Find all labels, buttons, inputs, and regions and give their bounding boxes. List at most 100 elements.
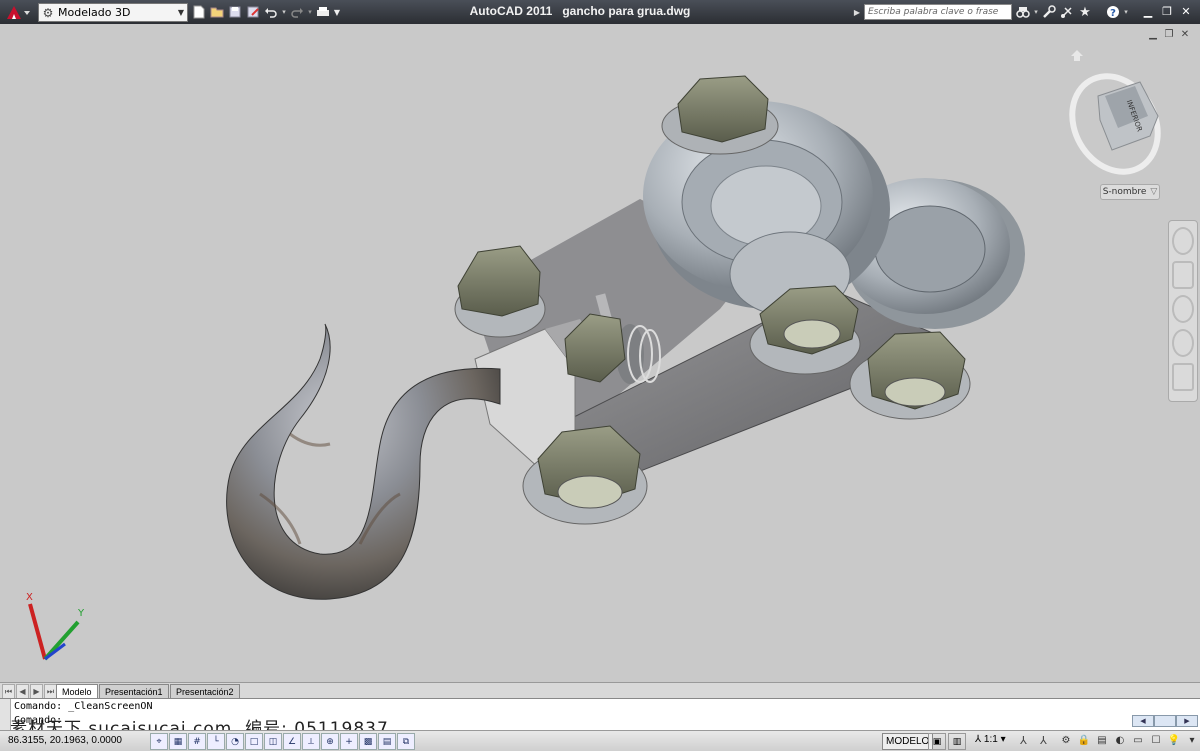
- new-file-button[interactable]: [190, 3, 208, 21]
- star-icon: ★: [1079, 4, 1091, 20]
- gear-icon: ⚙: [42, 5, 54, 20]
- search-dropdown[interactable]: ▾: [1032, 3, 1040, 21]
- customize-toolbar-dropdown[interactable]: ▼: [332, 3, 342, 21]
- selection-cycling-icon[interactable]: ⧉: [397, 733, 415, 750]
- annotation-scale-icon: ⅄: [975, 734, 982, 745]
- command-scrollbar[interactable]: ◀ ▶: [1132, 715, 1198, 727]
- chevron-down-icon: ▽: [1150, 187, 1158, 197]
- undo-dropdown[interactable]: ▾: [280, 3, 288, 21]
- status-menu-icon[interactable]: ▾: [1184, 733, 1200, 748]
- lock-icon[interactable]: 🔒: [1076, 733, 1092, 748]
- scroll-left-icon[interactable]: ◀: [1132, 715, 1154, 727]
- application-menu-button[interactable]: [2, 2, 34, 22]
- infer-constraints-icon[interactable]: ⌖: [150, 733, 168, 750]
- crane-hook: [226, 323, 501, 600]
- navigation-bar: [1168, 220, 1198, 402]
- wcs-label: S-nombre: [1102, 187, 1147, 197]
- satellite-icon: [1061, 7, 1072, 18]
- transparency-icon[interactable]: ▩: [359, 733, 377, 750]
- home-icon[interactable]: [1071, 50, 1083, 61]
- layout-tab-bar: ⏮ ◀ ▶ ⏭ Modelo Presentación1 Presentació…: [0, 682, 1200, 699]
- status-tray: ⚙ 🔒 ▤ ◐ ▭ ☐ 💡 ▾ ▣: [1058, 733, 1200, 748]
- showmotion-icon[interactable]: [1172, 363, 1194, 391]
- search-button[interactable]: [1014, 3, 1032, 21]
- workspace-selector[interactable]: ⚙ Modelado 3D ▼: [38, 3, 188, 22]
- dynamic-ucs-icon[interactable]: ⟂: [302, 733, 320, 750]
- scroll-right-icon[interactable]: ▶: [1176, 715, 1198, 727]
- window-title: AutoCAD 2011 gancho para grua.dwg: [420, 4, 740, 18]
- workspace-label: Modelado 3D: [58, 6, 131, 19]
- infocenter-toolbar: ▾ ★ ? ▾: [1014, 3, 1130, 21]
- workspace-switching-icon[interactable]: ⚙: [1058, 733, 1074, 748]
- ucs-y-label: Y: [77, 608, 85, 619]
- steering-wheel-icon[interactable]: [1172, 227, 1194, 255]
- model-render: INFERIOR X Y: [26, 50, 1174, 661]
- communication-center-button[interactable]: [1058, 3, 1076, 21]
- tab-presentacion2[interactable]: Presentación2: [170, 684, 240, 699]
- minimize-button[interactable]: ▁: [1140, 2, 1156, 20]
- quick-view-layouts-icon[interactable]: ▣: [928, 733, 946, 750]
- scroll-track[interactable]: [1154, 715, 1176, 727]
- grid-display-icon[interactable]: #: [188, 733, 206, 750]
- notification-icon[interactable]: ☐: [1148, 733, 1164, 748]
- restore-icon: ❐: [1162, 4, 1172, 18]
- search-input[interactable]: Escriba palabra clave o frase: [864, 4, 1012, 20]
- ucs-x-label: X: [26, 592, 33, 603]
- nut-top: [661, 75, 779, 155]
- polar-tracking-icon[interactable]: ◔: [226, 733, 244, 750]
- coordinates-display[interactable]: 86.3155, 20.1963, 0.0000: [8, 735, 122, 746]
- dynamic-input-icon[interactable]: ⊕: [321, 733, 339, 750]
- status-bar: 86.3155, 20.1963, 0.0000 ⌖ ▦ # └ ◔ □ ◫ ∠…: [0, 730, 1200, 751]
- quick-access-toolbar: ▾ ▾ ▼: [190, 3, 342, 21]
- pan-icon[interactable]: [1172, 261, 1194, 289]
- help-button[interactable]: ?: [1104, 3, 1122, 21]
- file-name: gancho para grua.dwg: [562, 4, 691, 18]
- quick-properties-icon[interactable]: ▤: [378, 733, 396, 750]
- lineweight-icon[interactable]: +: [340, 733, 358, 750]
- auto-scale-icon[interactable]: ⅄: [1040, 734, 1047, 747]
- new-file-icon: [193, 5, 205, 19]
- close-button[interactable]: ✕: [1178, 2, 1194, 20]
- isolate-objects-icon[interactable]: ◐: [1112, 733, 1128, 748]
- model-space-toggle[interactable]: MODELO: [882, 733, 934, 750]
- drawing-viewport[interactable]: ▁ ❐ ✕ INFERIOR X Y S-nombre ▽: [0, 24, 1200, 682]
- next-tab-button[interactable]: ▶: [30, 684, 43, 699]
- hardware-acceleration-icon[interactable]: ▤: [1094, 733, 1110, 748]
- tab-presentacion1[interactable]: Presentación1: [99, 684, 169, 699]
- open-file-button[interactable]: [208, 3, 226, 21]
- save-button[interactable]: [226, 3, 244, 21]
- save-as-button[interactable]: [244, 3, 262, 21]
- redo-dropdown[interactable]: ▾: [306, 3, 314, 21]
- snap-mode-icon[interactable]: ▦: [169, 733, 187, 750]
- redo-button[interactable]: [288, 3, 306, 21]
- object-snap-icon[interactable]: □: [245, 733, 263, 750]
- performance-tuner-icon[interactable]: ▭: [1130, 733, 1146, 748]
- 3d-object-snap-icon[interactable]: ◫: [264, 733, 282, 750]
- favorites-button[interactable]: ★: [1076, 3, 1094, 21]
- wcs-menu[interactable]: S-nombre ▽: [1100, 184, 1160, 200]
- object-snap-tracking-icon[interactable]: ∠: [283, 733, 301, 750]
- ortho-mode-icon[interactable]: └: [207, 733, 225, 750]
- ucs-icon: X Y: [26, 592, 85, 661]
- lightbulb-icon[interactable]: 💡: [1166, 733, 1182, 748]
- maximize-button[interactable]: ❐: [1159, 2, 1175, 20]
- plot-button[interactable]: [314, 3, 332, 21]
- zoom-icon[interactable]: [1172, 295, 1194, 323]
- chevron-down-icon: ▼: [177, 8, 185, 17]
- search-expand-arrow[interactable]: ▶: [852, 3, 862, 21]
- viewcube[interactable]: INFERIOR: [1055, 50, 1174, 187]
- subscription-center-button[interactable]: [1040, 3, 1058, 21]
- help-dropdown[interactable]: ▾: [1122, 3, 1130, 21]
- minimize-icon: ▁: [1143, 4, 1153, 18]
- orbit-icon[interactable]: [1172, 329, 1194, 357]
- undo-button[interactable]: [262, 3, 280, 21]
- previous-tab-button[interactable]: ◀: [16, 684, 29, 699]
- quick-view-drawings-icon[interactable]: ▥: [948, 733, 966, 750]
- annotation-scale-value: 1:1: [983, 734, 998, 745]
- help-icon: ?: [1107, 6, 1119, 19]
- annotation-visibility-icon[interactable]: ⅄: [1020, 734, 1027, 747]
- annotation-scale[interactable]: ⅄ 1:1 ▾: [975, 734, 1006, 745]
- tab-modelo[interactable]: Modelo: [56, 684, 98, 699]
- autocad-logo-icon: [7, 6, 30, 19]
- first-tab-button[interactable]: ⏮: [2, 684, 15, 699]
